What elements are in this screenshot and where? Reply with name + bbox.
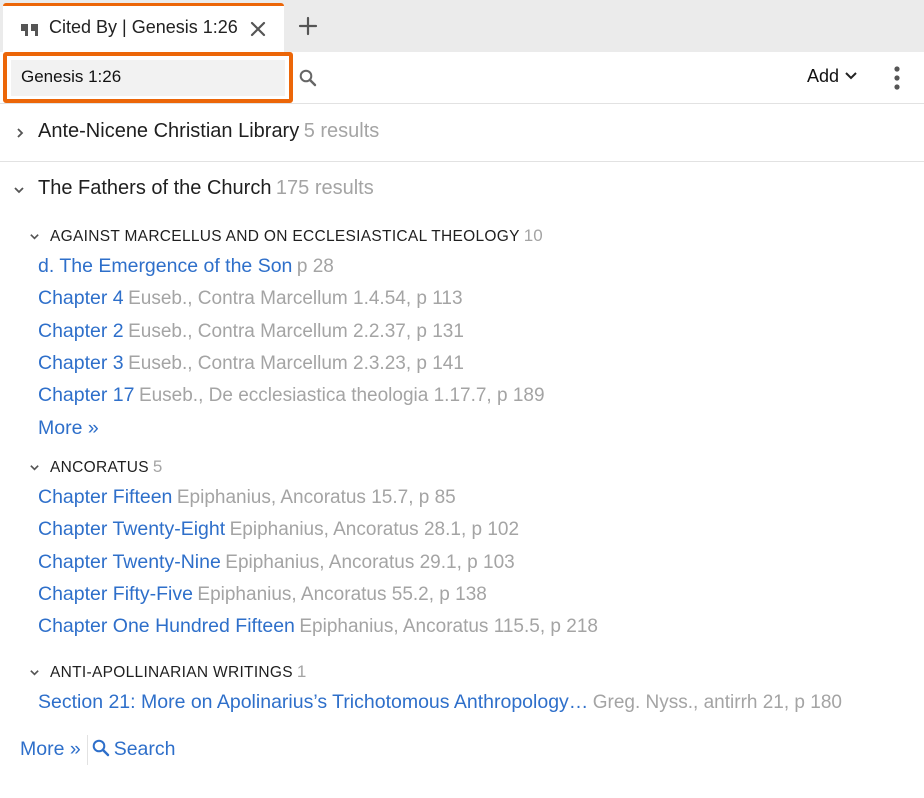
result-row: Chapter 3 Euseb., Contra Marcellum 2.3.2… — [38, 352, 464, 375]
collection-title: Ante-Nicene Christian Library — [38, 120, 300, 142]
result-meta: Euseb., Contra Marcellum 1.4.54, p 113 — [128, 288, 463, 309]
search-input[interactable] — [21, 67, 271, 87]
group-header[interactable]: ANTI-APOLLINARIAN WRITINGS 1 — [50, 662, 306, 682]
chevron-down-icon[interactable] — [29, 462, 40, 473]
result-link[interactable]: Chapter 3 — [38, 352, 124, 374]
result-row: Section 21: More on Apolinarius’s Tricho… — [38, 691, 842, 714]
result-meta: Greg. Nyss., antirrh 21, p 180 — [592, 692, 842, 713]
group-count: 5 — [152, 457, 163, 476]
group-header[interactable]: AGAINST MARCELLUS AND ON ECCLESIASTICAL … — [50, 226, 543, 246]
tab-cited-by[interactable]: Cited By | Genesis 1:26 — [3, 3, 284, 52]
search-collection-link[interactable]: Search — [92, 738, 176, 760]
tab-title: Cited By | Genesis 1:26 — [49, 17, 238, 37]
collection-header-2[interactable]: The Fathers of the Church 175 results — [38, 177, 374, 200]
add-button[interactable]: Add — [807, 66, 857, 87]
divider — [86, 735, 88, 765]
group-count: 10 — [523, 226, 543, 245]
result-meta: p 28 — [296, 256, 334, 277]
result-row: d. The Emergence of the Son p 28 — [38, 255, 334, 278]
result-link[interactable]: Section 21: More on Apolinarius’s Tricho… — [38, 691, 588, 713]
result-link[interactable]: Chapter Twenty-Eight — [38, 518, 225, 540]
result-meta: Euseb., Contra Marcellum 2.2.37, p 131 — [128, 321, 464, 342]
group-title: ANTI-APOLLINARIAN WRITINGS — [50, 664, 293, 681]
result-link[interactable]: d. The Emergence of the Son — [38, 255, 292, 277]
result-row: Chapter Fifteen Epiphanius, Ancoratus 15… — [38, 486, 456, 509]
chevron-right-icon[interactable] — [14, 127, 26, 139]
collection-count: 175 results — [275, 177, 374, 199]
result-meta: Epiphanius, Ancoratus 55.2, p 138 — [197, 584, 487, 605]
result-row: Chapter 17 Euseb., De ecclesiastica theo… — [38, 384, 545, 407]
collection-footer: More » Search — [20, 735, 176, 765]
result-meta: Euseb., Contra Marcellum 2.3.23, p 141 — [128, 353, 464, 374]
result-row: Chapter One Hundred Fifteen Epiphanius, … — [38, 615, 598, 638]
collection-header-1[interactable]: Ante-Nicene Christian Library 5 results — [38, 120, 379, 143]
result-meta: Epiphanius, Ancoratus 29.1, p 103 — [225, 552, 515, 573]
result-link[interactable]: Chapter 4 — [38, 287, 124, 309]
close-icon[interactable] — [249, 20, 267, 38]
result-row: Chapter 2 Euseb., Contra Marcellum 2.2.3… — [38, 320, 464, 343]
result-row: Chapter Twenty-Nine Epiphanius, Ancoratu… — [38, 551, 515, 574]
quote-icon — [21, 24, 38, 36]
group-count: 1 — [296, 662, 307, 681]
group-header[interactable]: ANCORATUS 5 — [50, 457, 162, 477]
chevron-down-icon[interactable] — [29, 231, 40, 242]
result-row: Chapter Twenty-Eight Epiphanius, Ancorat… — [38, 518, 519, 541]
chevron-down-icon[interactable] — [29, 667, 40, 678]
search-field-bg — [11, 60, 285, 96]
collection-title: The Fathers of the Church — [38, 177, 272, 199]
result-link[interactable]: Chapter Fifty-Five — [38, 583, 193, 605]
result-link[interactable]: Chapter Fifteen — [38, 486, 172, 508]
more-results-link[interactable]: More » — [20, 738, 81, 760]
search-icon[interactable] — [299, 69, 317, 87]
result-row: Chapter Fifty-Five Epiphanius, Ancoratus… — [38, 583, 487, 606]
search-link-label: Search — [113, 738, 176, 761]
result-link[interactable]: Chapter 17 — [38, 384, 134, 406]
group-title: AGAINST MARCELLUS AND ON ECCLESIASTICAL … — [50, 228, 520, 245]
more-link[interactable]: More » — [38, 417, 99, 440]
result-row: Chapter 4 Euseb., Contra Marcellum 1.4.5… — [38, 287, 463, 310]
more-options-icon[interactable] — [888, 65, 906, 91]
search-icon — [92, 739, 109, 757]
group-title: ANCORATUS — [50, 459, 149, 476]
result-link[interactable]: Chapter 2 — [38, 320, 124, 342]
search-box — [3, 52, 293, 103]
add-label: Add — [807, 66, 840, 86]
divider — [0, 161, 924, 162]
collection-count: 5 results — [303, 120, 380, 142]
tab-bar: Cited By | Genesis 1:26 — [0, 0, 924, 52]
new-tab-icon[interactable] — [298, 16, 318, 36]
toolbar: Add — [0, 52, 924, 104]
result-meta: Epiphanius, Ancoratus 28.1, p 102 — [229, 519, 520, 540]
result-meta: Epiphanius, Ancoratus 115.5, p 218 — [299, 616, 598, 637]
result-link[interactable]: Chapter One Hundred Fifteen — [38, 615, 295, 637]
result-meta: Euseb., De ecclesiastica theologia 1.17.… — [138, 385, 545, 406]
result-link[interactable]: Chapter Twenty-Nine — [38, 551, 221, 573]
chevron-down-icon[interactable] — [13, 184, 25, 196]
result-meta: Epiphanius, Ancoratus 15.7, p 85 — [176, 487, 456, 508]
more-link-label: More » — [38, 417, 99, 439]
chevron-down-icon — [845, 72, 857, 80]
